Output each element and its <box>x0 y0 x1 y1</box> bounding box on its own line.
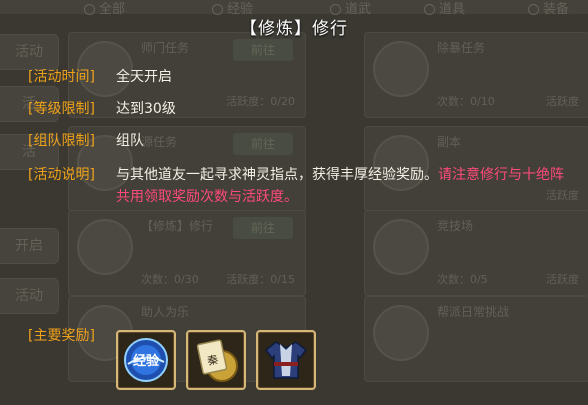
info-row-desc: [活动说明] <box>28 164 116 186</box>
team-value: 组队 <box>116 133 144 149</box>
dialog-title: 【修炼】修行 <box>240 19 348 39</box>
desc-label: [活动说明] <box>28 167 95 183</box>
info-row-team: [组队限制] 组队 <box>28 130 144 152</box>
info-row-level: [等级限制] 达到30级 <box>28 98 176 120</box>
desc-text: 与其他道友一起寻求神灵指点，获得丰厚经验奖励。 <box>116 167 438 183</box>
reward-slot-coin[interactable]: 秦 <box>186 330 246 390</box>
reward-slot-robe[interactable] <box>256 330 316 390</box>
reward-label: [主要奖励] <box>28 328 95 344</box>
exp-orb-text: 经验 <box>133 353 160 369</box>
robe-icon <box>264 341 308 379</box>
team-label: [组队限制] <box>28 133 95 149</box>
level-value: 达到30级 <box>116 101 176 117</box>
exp-orb-icon: 经验 <box>124 338 168 382</box>
coin-token-icon: 秦 <box>196 339 238 382</box>
time-label: [活动时间] <box>28 69 95 85</box>
activity-description: 与其他道友一起寻求神灵指点，获得丰厚经验奖励。请注意修行与十绝阵共用领取奖励次数… <box>116 164 568 208</box>
reward-slot-exp[interactable]: 经验 <box>116 330 176 390</box>
info-row-time: [活动时间] 全天开启 <box>28 66 172 88</box>
time-value: 全天开启 <box>116 69 172 85</box>
level-label: [等级限制] <box>28 101 95 117</box>
